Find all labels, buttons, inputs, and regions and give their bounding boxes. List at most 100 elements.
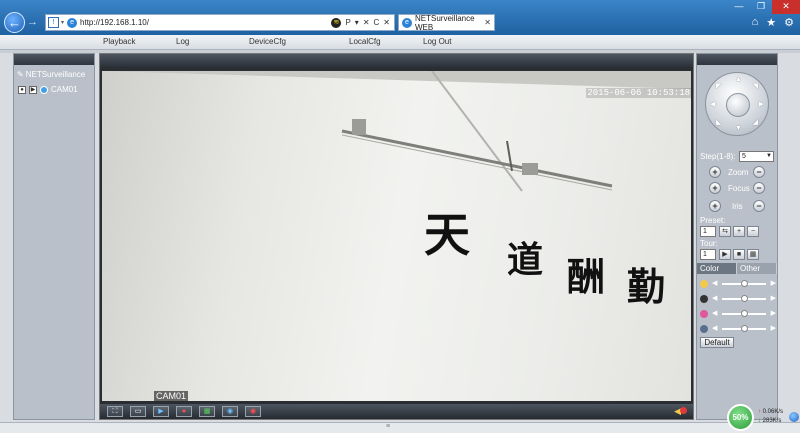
- ptz-panel: ▲ ▼ ◀ ▶ ◤ ◥ ◣ ◢ Step(1-8): 5 ▼ + Zoom − …: [696, 53, 778, 420]
- play-icon[interactable]: ▶: [29, 85, 37, 94]
- color-slider-row: ◀ ▶: [700, 279, 776, 289]
- cable-rail-shadow: [341, 134, 613, 191]
- snapshot-button[interactable]: ▦: [199, 406, 215, 417]
- record-button[interactable]: ◉: [222, 406, 238, 417]
- tour-input[interactable]: 1: [700, 249, 716, 260]
- ptz-direction-pad[interactable]: ▲ ▼ ◀ ▶ ◤ ◥ ◣ ◢: [705, 72, 769, 136]
- menu-playback[interactable]: Playback: [103, 37, 135, 46]
- tour-grid-button[interactable]: ▦: [747, 249, 759, 260]
- slider-thumb[interactable]: [741, 310, 748, 317]
- panel-header-bar: [697, 54, 777, 65]
- url-text[interactable]: http://192.168.1.10/: [80, 18, 331, 27]
- preset-goto-button[interactable]: ⇆: [719, 226, 731, 237]
- open-all-button[interactable]: ▶: [153, 406, 169, 417]
- ptz-up-icon[interactable]: ▲: [735, 76, 742, 83]
- slider-thumb[interactable]: [741, 280, 748, 287]
- live-video[interactable]: 天 道 酬 勤 2015-06-06 10:53:18 CAM01: [102, 71, 691, 401]
- menu-devicecfg[interactable]: DeviceCfg: [249, 37, 286, 46]
- ptz-center-button[interactable]: [726, 93, 750, 117]
- wall-character: 道: [507, 239, 544, 281]
- ptz-right-icon[interactable]: ▶: [759, 100, 764, 108]
- site-identity-icon[interactable]: !: [48, 17, 59, 28]
- close-all-button[interactable]: ●: [176, 406, 192, 417]
- video-header-bar: [100, 54, 693, 67]
- ptz-up-right-icon[interactable]: ◥: [753, 82, 758, 90]
- default-button[interactable]: Default: [700, 337, 734, 348]
- ptz-down-icon[interactable]: ▼: [735, 125, 742, 132]
- increase-icon[interactable]: ▶: [771, 279, 776, 287]
- search-icon[interactable]: P: [345, 18, 350, 27]
- decrease-icon[interactable]: ◀: [712, 309, 717, 317]
- preset-remove-button[interactable]: −: [747, 226, 759, 237]
- close-window-button[interactable]: ✕: [772, 0, 800, 14]
- tab-other[interactable]: Other: [737, 263, 777, 274]
- tree-item-cam01[interactable]: ● ▶ CAM01: [18, 85, 78, 94]
- menu-log[interactable]: Log: [176, 37, 189, 46]
- menu-localcfg[interactable]: LocalCfg: [349, 37, 381, 46]
- ptz-down-right-icon[interactable]: ◢: [753, 118, 758, 126]
- preset-add-button[interactable]: +: [733, 226, 745, 237]
- home-icon[interactable]: ⌂: [752, 16, 759, 29]
- color-tabs: Color Other: [697, 263, 777, 274]
- refresh-icon[interactable]: C: [374, 18, 380, 27]
- menu-logout[interactable]: Log Out: [423, 37, 451, 46]
- wall-character: 勤: [627, 264, 666, 309]
- address-dropdown-icon[interactable]: ▾: [355, 18, 359, 27]
- preset-input[interactable]: 1: [700, 226, 716, 237]
- favorites-icon[interactable]: ★: [766, 16, 776, 29]
- app-menu-bar: Playback Log DeviceCfg LocalCfg Log Out: [0, 35, 800, 50]
- decrease-icon[interactable]: ◀: [712, 294, 717, 302]
- ptz-left-icon[interactable]: ◀: [710, 100, 715, 108]
- network-speed-widget[interactable]: 50% ↑ 0.06K/s ↓ 283K/s: [727, 402, 800, 433]
- slider-thumb[interactable]: [741, 325, 748, 332]
- tree-root[interactable]: ✎ NETSurveillance: [17, 70, 85, 79]
- chevron-down-icon[interactable]: ▾: [61, 19, 64, 26]
- fullscreen-button[interactable]: ⛶: [107, 406, 123, 417]
- record-icon[interactable]: ●: [18, 85, 26, 94]
- ptz-up-left-icon[interactable]: ◤: [716, 82, 721, 90]
- compatibility-view-icon[interactable]: ≋: [331, 17, 342, 28]
- minimize-button[interactable]: —: [728, 0, 750, 14]
- browser-tab[interactable]: e NETSurveillance WEB ✕: [398, 13, 495, 32]
- camera-label: CAM01: [51, 85, 78, 94]
- stop-icon[interactable]: ✕: [383, 18, 390, 27]
- video-camera-label: CAM01: [154, 391, 189, 401]
- step-select[interactable]: 5 ▼: [739, 151, 774, 162]
- increase-icon[interactable]: ▶: [771, 324, 776, 332]
- ptz-down-left-icon[interactable]: ◣: [716, 118, 721, 126]
- increase-icon[interactable]: ▶: [771, 309, 776, 317]
- increase-icon[interactable]: ▶: [771, 294, 776, 302]
- slider-thumb[interactable]: [741, 295, 748, 302]
- decrease-icon[interactable]: ◀: [712, 279, 717, 287]
- ceiling-shade: [102, 71, 691, 89]
- certificate-icon[interactable]: ✕: [363, 18, 370, 27]
- tab-color[interactable]: Color: [697, 263, 737, 274]
- back-button[interactable]: ←: [4, 12, 25, 33]
- iris-open-button[interactable]: +: [709, 200, 721, 212]
- focus-out-button[interactable]: −: [753, 182, 765, 194]
- wall-character: 酬: [567, 254, 606, 299]
- gear-icon[interactable]: ⚙: [784, 16, 794, 29]
- step-value: 5: [742, 153, 746, 160]
- tour-play-button[interactable]: ▶: [719, 249, 731, 260]
- panel-header-bar: [14, 54, 94, 65]
- maximize-button[interactable]: ❐: [750, 0, 772, 14]
- grip-icon: ≡: [386, 423, 391, 430]
- mute-icon[interactable]: [680, 407, 687, 414]
- decrease-icon[interactable]: ◀: [712, 324, 717, 332]
- usage-percent: 50%: [727, 404, 754, 431]
- zoom-out-button[interactable]: −: [753, 166, 765, 178]
- ie-favicon-icon: e: [67, 17, 78, 28]
- focus-in-button[interactable]: +: [709, 182, 721, 194]
- download-speed: 283K/s: [762, 418, 782, 424]
- tour-stop-button[interactable]: ■: [733, 249, 745, 260]
- iris-close-button[interactable]: −: [753, 200, 765, 212]
- forward-button[interactable]: →: [27, 14, 42, 31]
- tab-title: NETSurveillance WEB: [415, 13, 475, 32]
- address-bar[interactable]: ! ▾ e http://192.168.1.10/ ≋ P ▾ ✕ C ✕: [45, 14, 395, 31]
- tab-close-icon[interactable]: ✕: [484, 18, 494, 27]
- wall-character: 天: [424, 208, 470, 262]
- stop-record-button[interactable]: ◉: [245, 406, 261, 417]
- single-view-button[interactable]: ▭: [130, 406, 146, 417]
- zoom-in-button[interactable]: +: [709, 166, 721, 178]
